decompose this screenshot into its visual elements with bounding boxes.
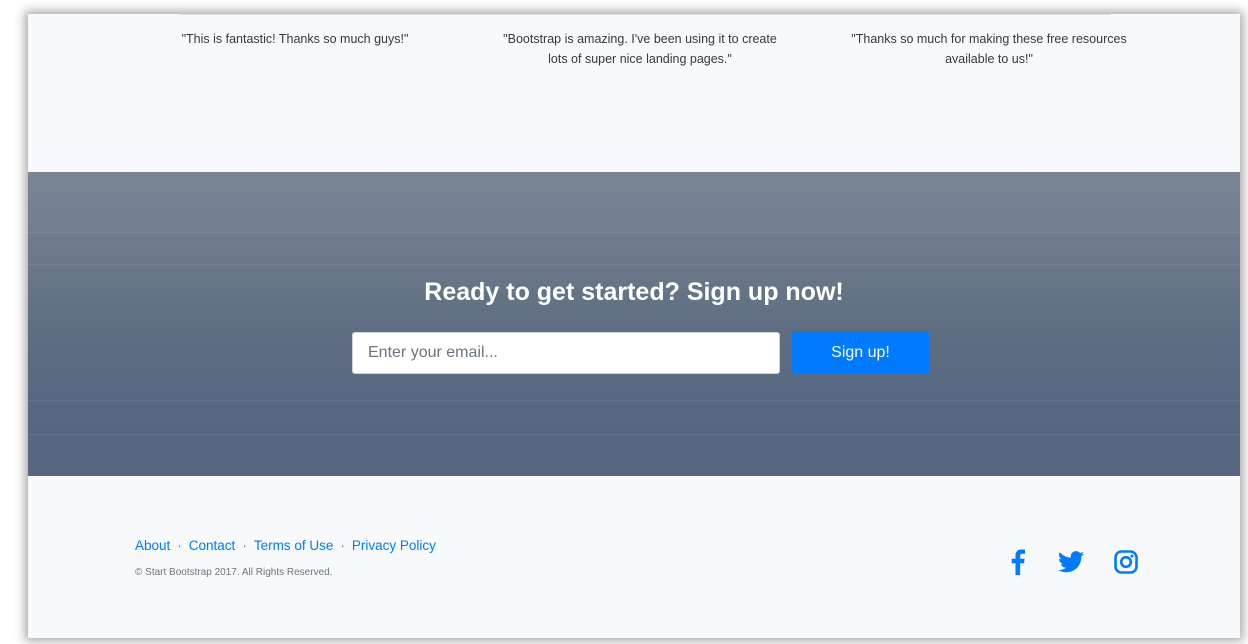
facebook-icon-glyph (1011, 549, 1025, 575)
footer: About · Contact · Terms of Use · Privacy Polic… (28, 476, 1240, 638)
call-to-action-section: Ready to get started? Sign up now! Sign … (28, 172, 1240, 476)
water-texture (28, 232, 1240, 233)
facebook-icon[interactable] (1003, 546, 1033, 578)
cta-heading: Ready to get started? Sign up now! (424, 278, 844, 306)
testimonial-quote: "Bootstrap is amazing. I've been using i… (503, 32, 777, 66)
instagram-icon-glyph (1114, 550, 1138, 574)
link-separator: · (340, 538, 345, 553)
testimonials-section: "This is fantastic! Thanks so much guys!… (28, 14, 1240, 172)
twitter-icon[interactable] (1056, 546, 1086, 578)
footer-link-privacy[interactable]: Privacy Policy (352, 538, 436, 553)
instagram-icon[interactable] (1111, 546, 1141, 578)
footer-link-contact[interactable]: Contact (189, 538, 236, 553)
signup-button[interactable]: Sign up! (792, 331, 929, 374)
footer-link-about[interactable]: About (135, 538, 170, 553)
screenshot-frame: "This is fantastic! Thanks so much guys!… (0, 0, 1248, 644)
footer-links: About · Contact · Terms of Use · Privacy Polic… (135, 538, 436, 553)
copyright-text: © Start Bootstrap 2017. All Rights Reser… (135, 567, 333, 578)
landing-page: "This is fantastic! Thanks so much guys!… (28, 14, 1240, 638)
water-texture (28, 264, 1240, 265)
water-texture (28, 400, 1240, 401)
email-input[interactable] (352, 332, 780, 374)
water-texture (28, 434, 1240, 435)
link-separator: · (242, 538, 247, 553)
twitter-icon-glyph (1058, 551, 1084, 573)
link-separator: · (177, 538, 182, 553)
divider (180, 14, 1110, 15)
testimonial-quote: "This is fantastic! Thanks so much guys!… (181, 32, 409, 46)
testimonial-quote: "Thanks so much for making these free re… (851, 32, 1127, 66)
footer-link-terms[interactable]: Terms of Use (254, 538, 334, 553)
